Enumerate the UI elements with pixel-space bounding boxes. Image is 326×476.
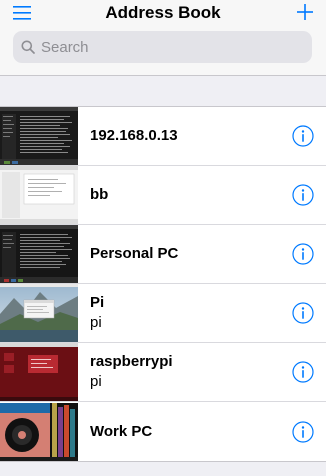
host-text: Pi pi	[90, 293, 326, 333]
info-icon[interactable]	[292, 361, 314, 383]
host-text: Work PC	[90, 422, 326, 442]
host-name: Personal PC	[90, 245, 179, 262]
host-name: Pi	[90, 294, 105, 311]
host-name: 192.168.0.13	[90, 127, 178, 144]
info-icon[interactable]	[292, 184, 314, 206]
host-thumbnail	[0, 284, 78, 342]
add-host-button[interactable]	[296, 3, 314, 21]
host-row[interactable]: 192.168.0.13	[0, 107, 326, 166]
info-icon[interactable]	[292, 125, 314, 147]
host-list: 192.168.0.13 bb Personal PC Pi pi raspbe…	[0, 106, 326, 462]
info-icon[interactable]	[292, 243, 314, 265]
host-thumbnail	[0, 225, 78, 283]
page-title: Address Book	[105, 3, 221, 22]
navigation-bar: Address Book	[0, 0, 326, 76]
host-text: 192.168.0.13	[90, 126, 326, 146]
plus-icon	[297, 4, 313, 20]
search-bar[interactable]	[13, 31, 312, 63]
host-text: raspberrypi pi	[90, 352, 326, 392]
host-row[interactable]: raspberrypi pi	[0, 343, 326, 402]
host-name: bb	[90, 186, 109, 203]
host-thumbnail	[0, 107, 78, 165]
host-row[interactable]: Pi pi	[0, 284, 326, 343]
host-row[interactable]: Work PC	[0, 402, 326, 461]
host-username: pi	[90, 314, 102, 331]
host-username: pi	[90, 373, 102, 390]
host-row[interactable]: bb	[0, 166, 326, 225]
search-input[interactable]	[41, 38, 301, 56]
host-thumbnail	[0, 343, 78, 401]
host-thumbnail	[0, 166, 78, 224]
search-icon	[21, 40, 35, 54]
host-text: Personal PC	[90, 244, 326, 264]
host-row[interactable]: Personal PC	[0, 225, 326, 284]
host-name: Work PC	[90, 422, 153, 440]
host-text: bb	[90, 185, 326, 205]
host-name: raspberrypi	[90, 353, 173, 370]
info-icon[interactable]	[292, 420, 314, 443]
info-icon[interactable]	[292, 302, 314, 324]
host-thumbnail	[0, 402, 78, 461]
